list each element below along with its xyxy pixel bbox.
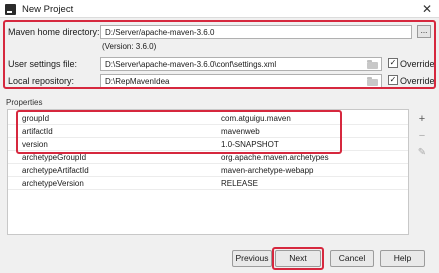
user-settings-field[interactable]: D:\Server\apache-maven-3.6.0\conf\settin… — [100, 57, 382, 71]
table-row[interactable]: version 1.0-SNAPSHOT — [8, 138, 408, 151]
title-bar: New Project ✕ — [0, 0, 439, 18]
intellij-app-icon — [5, 4, 16, 15]
table-row[interactable]: archetypeVersion RELEASE — [8, 177, 408, 190]
user-settings-label: User settings file: — [8, 59, 78, 69]
folder-icon[interactable] — [367, 77, 379, 86]
property-key: archetypeVersion — [22, 179, 84, 188]
maven-home-label: Maven home directory: — [8, 27, 100, 37]
property-value[interactable]: org.apache.maven.archetypes — [221, 153, 329, 162]
local-repository-field[interactable]: D:\RepMavenIdea — [100, 74, 382, 88]
folder-icon[interactable] — [367, 60, 379, 69]
cancel-button[interactable]: Cancel — [330, 250, 374, 267]
next-button[interactable]: Next — [275, 250, 321, 267]
properties-toolbar: + − ✎ — [412, 109, 432, 235]
add-icon[interactable]: + — [416, 113, 428, 125]
table-row[interactable]: archetypeGroupId org.apache.maven.archet… — [8, 151, 408, 164]
settings-override-label: Override — [400, 59, 435, 69]
properties-table: groupId com.atguigu.maven artifactId mav… — [7, 109, 409, 235]
property-value[interactable]: com.atguigu.maven — [221, 114, 291, 123]
property-value[interactable]: maven-archetype-webapp — [221, 166, 314, 175]
property-value[interactable]: 1.0-SNAPSHOT — [221, 140, 279, 149]
help-button[interactable]: Help — [380, 250, 425, 267]
browse-button[interactable]: ... — [417, 25, 431, 38]
repo-override-checkbox[interactable]: ✓ — [388, 75, 398, 85]
local-repository-label: Local repository: — [8, 76, 75, 86]
properties-section-label: Properties — [6, 98, 43, 107]
previous-button[interactable]: Previous — [232, 250, 272, 267]
property-key: archetypeGroupId — [22, 153, 87, 162]
maven-home-field[interactable]: D:/Server/apache-maven-3.6.0 — [100, 25, 412, 39]
property-key: version — [22, 140, 48, 149]
repo-override-label: Override — [400, 76, 435, 86]
settings-override-checkbox[interactable]: ✓ — [388, 58, 398, 68]
table-row[interactable]: groupId com.atguigu.maven — [8, 112, 408, 125]
edit-icon[interactable]: ✎ — [416, 147, 428, 159]
window-title: New Project — [22, 4, 74, 15]
property-key: groupId — [22, 114, 50, 123]
property-key: artifactId — [22, 127, 53, 136]
property-value[interactable]: mavenweb — [221, 127, 260, 136]
table-row[interactable]: artifactId mavenweb — [8, 125, 408, 138]
property-key: archetypeArtifactId — [22, 166, 89, 175]
maven-version-text: (Version: 3.6.0) — [102, 42, 157, 51]
close-icon[interactable]: ✕ — [422, 2, 432, 16]
table-row[interactable]: archetypeArtifactId maven-archetype-weba… — [8, 164, 408, 177]
property-value[interactable]: RELEASE — [221, 179, 258, 188]
remove-icon[interactable]: − — [416, 130, 428, 142]
